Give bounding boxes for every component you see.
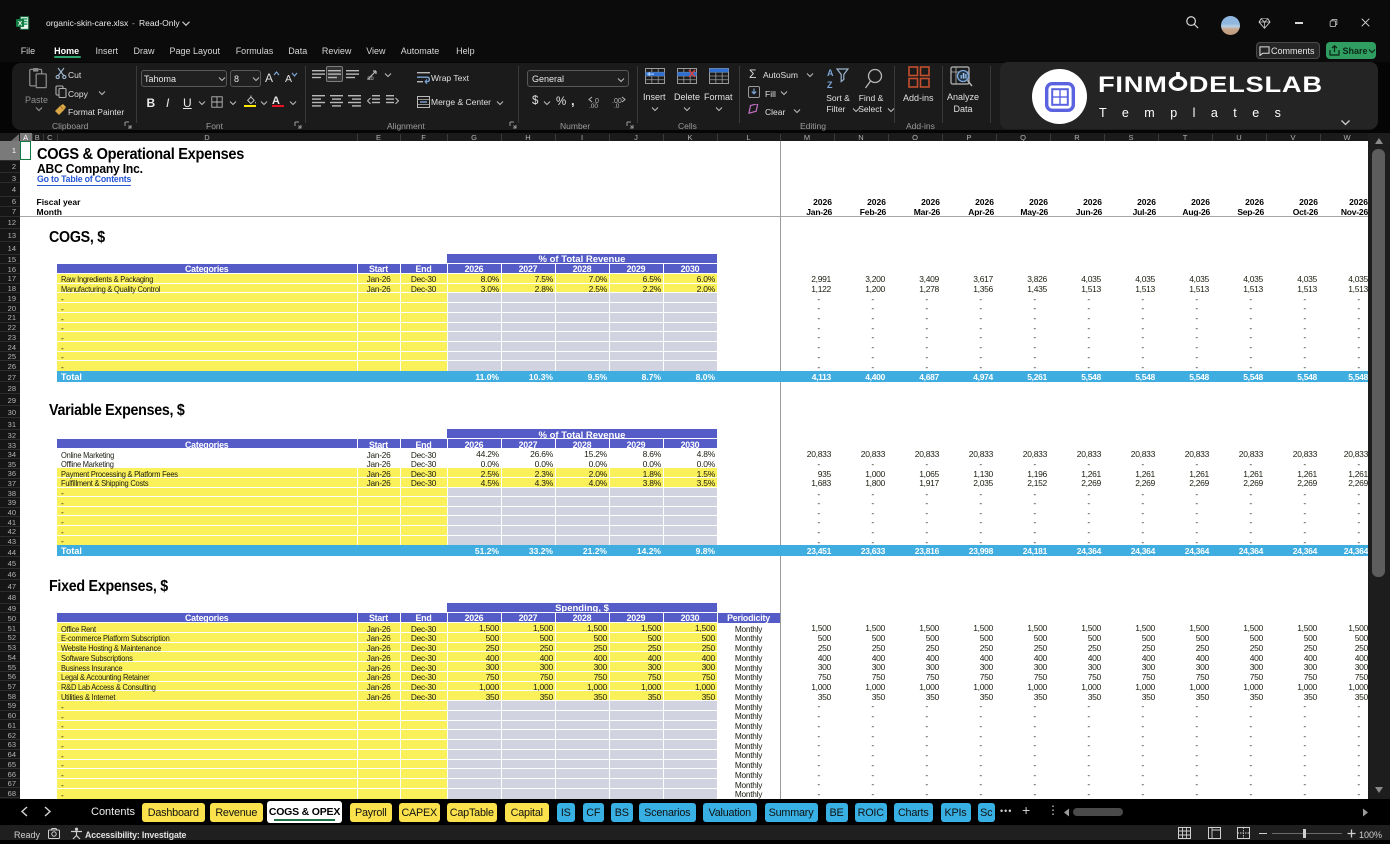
svg-text:A: A bbox=[827, 68, 834, 78]
svg-text:X: X bbox=[18, 20, 23, 27]
svg-text:.00: .00 bbox=[589, 103, 598, 108]
svg-text:.0: .0 bbox=[614, 103, 620, 108]
svg-text:Z: Z bbox=[827, 80, 833, 90]
svg-text:ab: ab bbox=[367, 76, 374, 81]
